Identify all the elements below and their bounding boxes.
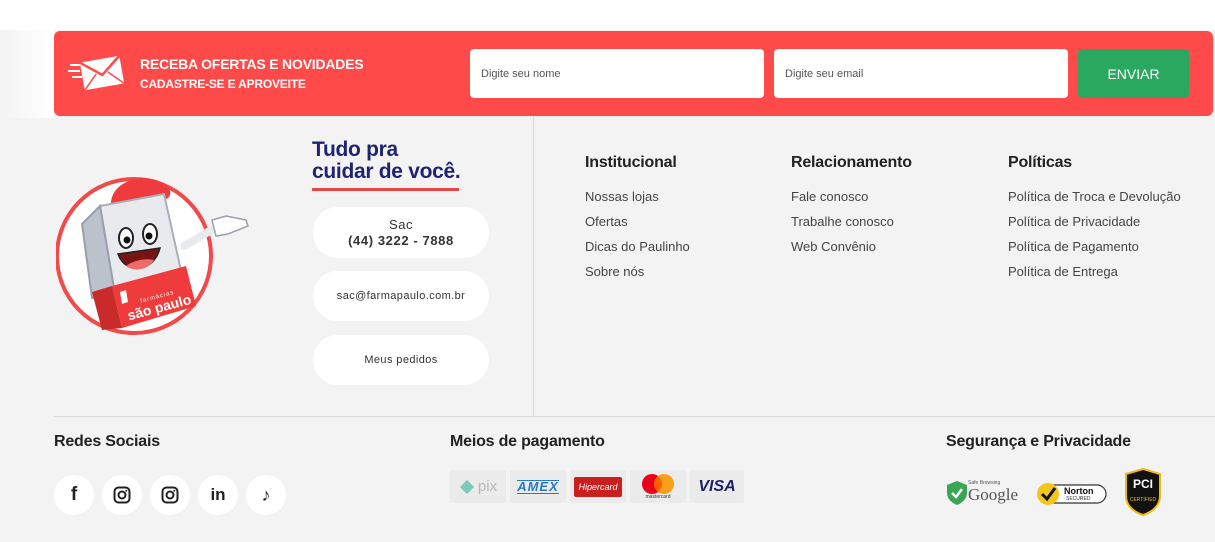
norton-secured-label: SECURED	[1066, 496, 1091, 502]
sac-email: sac@farmapaulo.com.br	[336, 290, 466, 302]
security-title: Segurança e Privacidade	[946, 433, 1131, 450]
send-button[interactable]: ENVIAR	[1078, 49, 1189, 98]
my-orders-button[interactable]: Meus pedidos	[313, 335, 489, 385]
visa-payment-icon: VISA	[690, 470, 744, 503]
newsletter-banner: RECEBA OFERTAS E NOVIDADES CADASTRE-SE E…	[54, 31, 1213, 116]
payment-title: Meios de pagamento	[450, 433, 605, 450]
mastercard-payment-icon: mastercard	[630, 470, 686, 503]
shield-check-icon	[947, 481, 967, 505]
link-entrega[interactable]: Política de Entrega	[1008, 259, 1181, 284]
slogan-line-2: cuidar de você.	[312, 160, 461, 183]
vertical-divider	[533, 116, 534, 416]
mascot-logo: são paulo farmácias	[56, 177, 249, 335]
pci-label: PCI	[1132, 477, 1153, 491]
mastercard-label: mastercard	[645, 493, 671, 500]
newsletter-subtitle: CADASTRE-SE E APROVEITE	[140, 77, 306, 91]
social-title: Redes Sociais	[54, 433, 160, 450]
facebook-glyph: f	[70, 484, 78, 505]
link-privacidade[interactable]: Política de Privacidade	[1008, 209, 1181, 234]
slogan: Tudo pra cuidar de você.	[312, 138, 461, 183]
newsletter-title: RECEBA OFERTAS E NOVIDADES	[140, 56, 364, 72]
amex-payment-icon: AMEX	[510, 470, 566, 503]
instagram-glyph	[161, 486, 179, 504]
amex-label: AMEX	[517, 478, 559, 494]
pci-certified-label: CERTIFIED	[1129, 497, 1157, 503]
pix-label: pix	[477, 478, 498, 495]
sac-contact-button[interactable]: Sac (44) 3222 - 7888	[313, 207, 489, 258]
institucional-column: Institucional Nossas lojas Ofertas Dicas…	[585, 154, 690, 284]
link-ofertas[interactable]: Ofertas	[585, 209, 690, 234]
politicas-column: Políticas Política de Troca e Devolução …	[1008, 154, 1181, 284]
column-title: Políticas	[1008, 154, 1073, 171]
link-troca-devolucao[interactable]: Política de Troca e Devolução	[1008, 184, 1181, 209]
norton-label: Norton	[1064, 486, 1094, 496]
instagram-glyph	[113, 486, 131, 504]
visa-label: VISA	[698, 477, 736, 495]
google-label: Google	[968, 485, 1019, 504]
facebook-icon[interactable]: f	[54, 475, 94, 515]
pci-certified-seal: PCI CERTIFIED	[1124, 468, 1162, 516]
tiktok-icon[interactable]: ♪	[246, 475, 286, 515]
name-input[interactable]	[470, 49, 764, 98]
column-title: Institucional	[585, 154, 677, 171]
link-trabalhe-conosco[interactable]: Trabalhe conosco	[791, 209, 912, 234]
pix-payment-icon: pix	[450, 470, 506, 503]
column-title: Relacionamento	[791, 154, 912, 171]
link-pagamento[interactable]: Política de Pagamento	[1008, 234, 1181, 259]
envelope-icon	[68, 54, 125, 91]
linkedin-icon[interactable]: in	[198, 475, 238, 515]
slogan-underline	[312, 188, 459, 191]
google-safe-browsing-seal: Safe Browsing Google	[946, 480, 1024, 508]
page-edge-shade	[0, 30, 54, 118]
relacionamento-column: Relacionamento Fale conosco Trabalhe con…	[791, 154, 912, 259]
link-sobre-nos[interactable]: Sobre nós	[585, 259, 690, 284]
hipercard-label: Hipercard	[574, 476, 622, 497]
sac-email-button[interactable]: sac@farmapaulo.com.br	[313, 271, 489, 321]
sac-phone: (44) 3222 - 7888	[348, 233, 454, 248]
my-orders-label: Meus pedidos	[364, 354, 438, 366]
linkedin-glyph: in	[210, 485, 226, 504]
link-nossas-lojas[interactable]: Nossas lojas	[585, 184, 690, 209]
link-dicas-do-paulinho[interactable]: Dicas do Paulinho	[585, 234, 690, 259]
instagram-icon[interactable]	[102, 475, 142, 515]
instagram-icon[interactable]	[150, 475, 190, 515]
email-input[interactable]	[774, 49, 1068, 98]
norton-secured-seal: Norton SECURED	[1036, 481, 1108, 507]
horizontal-divider	[54, 416, 1215, 417]
sac-label: Sac	[389, 217, 413, 232]
link-web-convenio[interactable]: Web Convênio	[791, 234, 912, 259]
link-fale-conosco[interactable]: Fale conosco	[791, 184, 912, 209]
hipercard-payment-icon: Hipercard	[570, 470, 626, 503]
tiktok-glyph: ♪	[261, 484, 271, 505]
slogan-line-1: Tudo pra	[312, 138, 398, 161]
